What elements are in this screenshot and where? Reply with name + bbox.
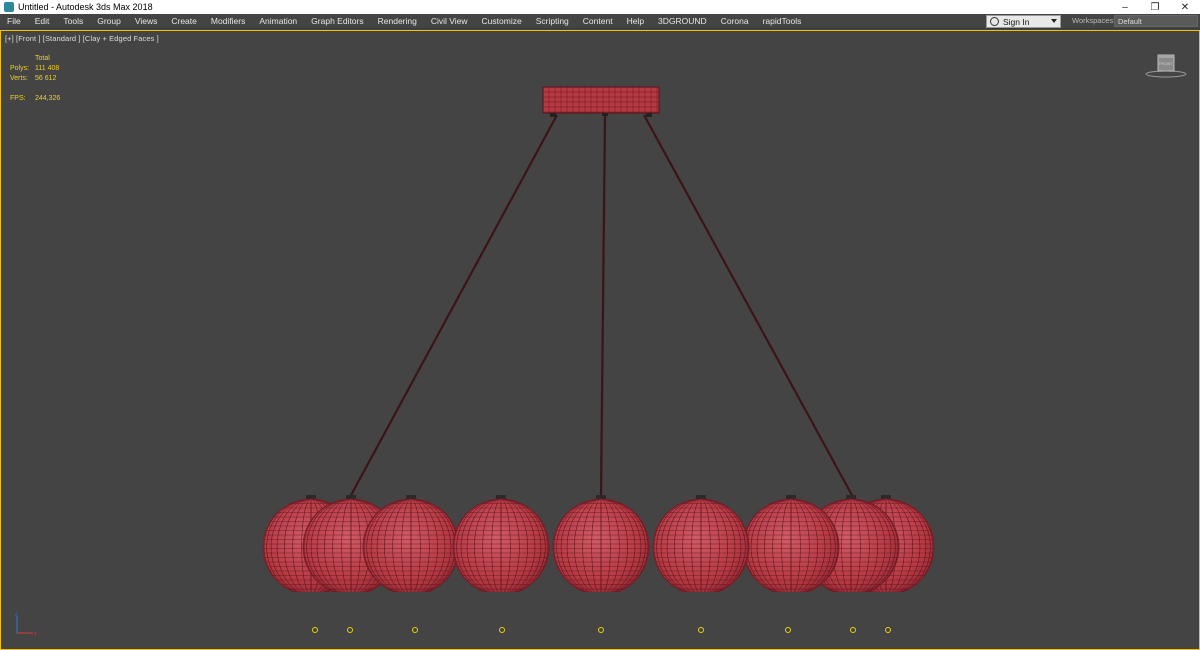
menu-customize[interactable]: Customize (475, 16, 529, 26)
menu-content[interactable]: Content (576, 16, 620, 26)
statistics-overlay: Total Polys: 111 408 Verts: 56 612 FPS: … (10, 54, 60, 104)
menu-corona[interactable]: Corona (714, 16, 756, 26)
app-icon (4, 2, 14, 12)
cable-1 (349, 114, 558, 498)
cable-3 (643, 114, 854, 498)
menu-scripting[interactable]: Scripting (529, 16, 576, 26)
menu-help[interactable]: Help (620, 16, 651, 26)
lamp-shade-9 (552, 495, 650, 598)
light-marker-2 (347, 627, 353, 633)
restore-button[interactable]: ❐ (1140, 0, 1170, 14)
verts-value: 56 612 (35, 75, 57, 82)
lamp-shade-8 (652, 495, 750, 598)
viewport-label[interactable]: [+] [Front ] [Standard ] [Clay + Edged F… (5, 34, 159, 43)
svg-text:x: x (34, 631, 37, 637)
svg-text:z: z (15, 613, 18, 618)
light-marker-4 (499, 627, 505, 633)
light-marker-5 (598, 627, 604, 633)
sign-in-label: Sign In (1003, 16, 1030, 27)
menu-bar: File Edit Tools Group Views Create Modif… (0, 14, 1200, 29)
axis-tripod-icon: z x (15, 613, 37, 637)
workspace-select[interactable]: Default (1114, 15, 1198, 27)
menu-rapidtools[interactable]: rapidTools (756, 16, 809, 26)
light-marker-1 (312, 627, 318, 633)
menu-civil-view[interactable]: Civil View (424, 16, 475, 26)
close-button[interactable]: ✕ (1170, 0, 1200, 14)
menu-views[interactable]: Views (128, 16, 165, 26)
light-marker-3 (412, 627, 418, 633)
ceiling-canopy (542, 86, 660, 117)
menu-create[interactable]: Create (164, 16, 204, 26)
viewcube-icon[interactable]: FRONT (1144, 53, 1188, 79)
window-controls: – ❐ ✕ (1110, 0, 1200, 14)
stats-header: Total (35, 55, 50, 62)
chevron-down-icon (1051, 19, 1057, 23)
menu-graph-editors[interactable]: Graph Editors (304, 16, 370, 26)
fps-value: 244,326 (35, 95, 61, 102)
front-viewport[interactable]: [+] [Front ] [Standard ] [Clay + Edged F… (0, 30, 1200, 650)
scene-canvas[interactable] (1, 31, 1199, 649)
cable-2 (599, 114, 607, 498)
window-title: Untitled - Autodesk 3ds Max 2018 (18, 2, 153, 12)
light-marker-8 (850, 627, 856, 633)
lamp-shade-7 (452, 495, 550, 598)
menu-3dground[interactable]: 3DGROUND (651, 16, 714, 26)
light-marker-9 (885, 627, 891, 633)
menu-animation[interactable]: Animation (252, 16, 304, 26)
verts-label: Verts: (10, 75, 28, 82)
polys-label: Polys: (10, 65, 30, 72)
fps-label: FPS: (10, 95, 26, 102)
sign-in-dropdown[interactable]: Sign In (986, 15, 1061, 28)
menu-file[interactable]: File (0, 16, 28, 26)
light-marker-7 (785, 627, 791, 633)
polys-value: 111 408 (35, 65, 60, 72)
user-icon (990, 17, 999, 26)
minimize-button[interactable]: – (1110, 0, 1140, 14)
light-marker-6 (698, 627, 704, 633)
menu-rendering[interactable]: Rendering (371, 16, 424, 26)
title-bar: Untitled - Autodesk 3ds Max 2018 – ❐ ✕ (0, 0, 1200, 14)
menu-tools[interactable]: Tools (56, 16, 90, 26)
menu-modifiers[interactable]: Modifiers (204, 16, 252, 26)
menu-group[interactable]: Group (90, 16, 128, 26)
viewcube-face-label: FRONT (1159, 61, 1173, 66)
menu-edit[interactable]: Edit (28, 16, 57, 26)
workspaces-label: Workspaces: (1072, 16, 1116, 25)
